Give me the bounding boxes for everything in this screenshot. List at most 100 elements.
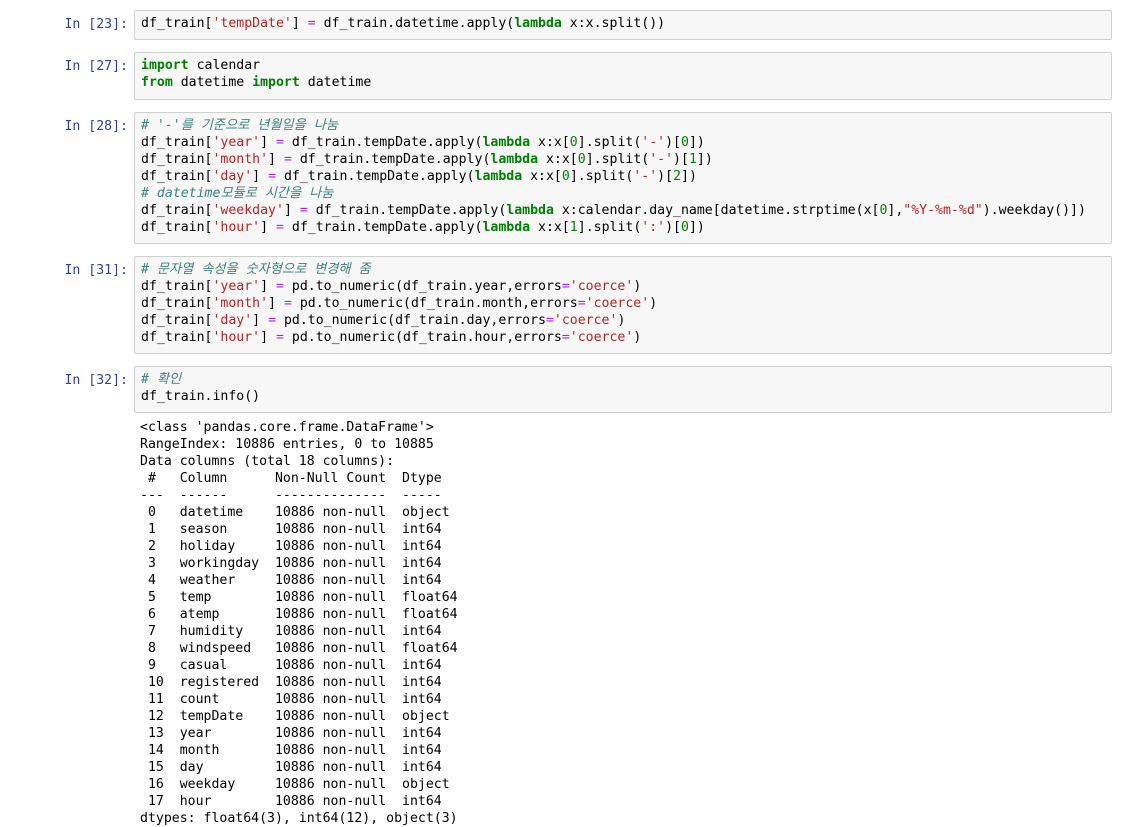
code-token: =: [283, 296, 292, 311]
code-token: df_train[: [141, 296, 213, 311]
code-token: ]: [252, 169, 269, 184]
code-token: 0: [569, 135, 578, 150]
code-token: pd.to_numeric(df_train.day,errors: [276, 313, 546, 328]
code-token: # datetime모듈로 시간을 나눔: [141, 186, 334, 201]
output-line: --- ------ -------------- -----: [140, 488, 450, 503]
code-token: 'coerce': [569, 330, 634, 345]
code-editor[interactable]: df_train['tempDate'] = df_train.datetime…: [134, 10, 1112, 40]
code-token: lambda: [514, 16, 562, 31]
code-token: 0: [681, 220, 689, 235]
code-token: 'tempDate': [212, 16, 292, 31]
code-line: df_train['tempDate'] = df_train.datetime…: [141, 15, 1105, 32]
code-token: lambda: [474, 169, 523, 184]
code-token: ]: [260, 220, 276, 235]
code-token: =: [561, 330, 570, 345]
code-token: =: [561, 279, 570, 294]
output-line: 17 hour 10886 non-null int64: [140, 794, 450, 809]
output-line: dtypes: float64(3), int64(12), object(3): [140, 811, 458, 826]
code-token: ]): [688, 220, 705, 235]
code-token: =: [283, 152, 292, 167]
output-line: 11 count 10886 non-null int64: [140, 692, 450, 707]
output-line: 9 casual 10886 non-null int64: [140, 658, 450, 673]
code-line: df_train['hour'] = df_train.tempDate.app…: [141, 219, 1105, 236]
code-token: 'year': [212, 279, 261, 294]
code-line: df_train['day'] = df_train.tempDate.appl…: [141, 168, 1105, 185]
code-token: 1: [569, 220, 578, 235]
code-token: '-': [649, 152, 674, 167]
code-line: df_train['month'] = df_train.tempDate.ap…: [141, 151, 1105, 168]
code-token: df_train.info(): [141, 389, 261, 404]
output-line: 10 registered 10886 non-null int64: [140, 675, 450, 690]
code-token: df_train.tempDate.apply(: [283, 135, 483, 150]
code-token: from: [141, 75, 173, 90]
code-token: x:x.split()): [561, 16, 666, 31]
code-token: ].split(: [585, 152, 650, 167]
code-token: 'month': [212, 152, 269, 167]
output-line: 0 datetime 10886 non-null object: [140, 505, 450, 520]
code-token: df_train.tempDate.apply(: [276, 169, 475, 184]
code-token: x:x[: [530, 135, 570, 150]
output-line: 12 tempDate 10886 non-null object: [140, 709, 450, 724]
code-token: 'coerce': [585, 296, 650, 311]
code-token: ]): [696, 152, 713, 167]
output-line: 4 weather 10886 non-null int64: [140, 573, 450, 588]
code-token: x:x[: [530, 220, 570, 235]
code-token: df_train[: [141, 152, 213, 167]
code-token: =: [545, 313, 554, 328]
code-token: 'month': [212, 296, 269, 311]
code-token: # 문자열 속성을 숫자형으로 변경해 줌: [141, 262, 371, 277]
output-line: 1 season 10886 non-null int64: [140, 522, 450, 537]
code-token: ].split(: [577, 220, 642, 235]
code-editor[interactable]: # 문자열 속성을 숫자형으로 변경해 줌 df_train['year'] = …: [134, 256, 1112, 354]
code-token: ]: [252, 313, 269, 328]
code-line: # datetime모듈로 시간을 나눔: [141, 185, 1105, 202]
code-editor[interactable]: # '-'를 기준으로 년월일을 나눔 df_train['year'] = df…: [134, 112, 1112, 244]
code-line: df_train['day'] = pd.to_numeric(df_train…: [141, 312, 1105, 329]
code-token: )[: [665, 135, 681, 150]
code-token: pd.to_numeric(df_train.hour,errors: [283, 330, 562, 345]
code-token: ): [633, 330, 642, 345]
code-token: 'day': [212, 313, 253, 328]
code-line: df_train['hour'] = pd.to_numeric(df_trai…: [141, 329, 1105, 346]
cell-output: <class 'pandas.core.frame.DataFrame'> Ran…: [140, 419, 1110, 827]
code-token: 1: [688, 152, 697, 167]
code-token: 0: [681, 135, 689, 150]
code-line: # '-'를 기준으로 년월일을 나눔: [141, 117, 1105, 134]
code-token: ]): [681, 169, 697, 184]
code-line: # 문자열 속성을 숫자형으로 변경해 줌: [141, 261, 1105, 278]
code-token: import: [252, 75, 300, 90]
code-token: ]: [260, 135, 276, 150]
code-token: ): [649, 296, 658, 311]
code-line: import calendar: [141, 57, 1105, 74]
code-token: )[: [657, 169, 674, 184]
code-token: '-': [633, 169, 658, 184]
code-token: 'hour': [212, 220, 261, 235]
code-token: lambda: [482, 220, 531, 235]
code-token: ): [633, 279, 642, 294]
output-line: 2 holiday 10886 non-null int64: [140, 539, 450, 554]
code-line: from datetime import datetime: [141, 74, 1105, 91]
code-line: df_train['weekday'] = df_train.tempDate.…: [141, 202, 1105, 219]
code-editor[interactable]: import calendar from datetime import date…: [134, 52, 1112, 100]
code-token: 'hour': [212, 330, 261, 345]
input-prompt: In [31]:: [64, 263, 128, 278]
code-editor[interactable]: # 확인 df_train.info(): [134, 366, 1112, 413]
code-token: ]: [260, 330, 276, 345]
code-token: df_train[: [141, 16, 213, 31]
code-token: # 확인: [141, 372, 182, 387]
code-token: )[: [673, 152, 689, 167]
output-line: 3 workingday 10886 non-null int64: [140, 556, 450, 571]
code-token: ]: [268, 152, 284, 167]
code-token: =: [276, 279, 284, 294]
code-token: 'weekday': [212, 203, 284, 218]
code-line: df_train['year'] = df_train.tempDate.app…: [141, 134, 1105, 151]
code-token: df_train.datetime.apply(: [315, 16, 515, 31]
output-line: <class 'pandas.core.frame.DataFrame'>: [140, 420, 434, 435]
code-token: =: [577, 296, 586, 311]
code-token: calendar: [188, 58, 261, 73]
code-token: pd.to_numeric(df_train.year,errors: [283, 279, 562, 294]
code-line: # 확인: [141, 371, 1105, 388]
code-token: import: [141, 58, 189, 73]
code-token: ]): [688, 135, 705, 150]
code-token: "%Y-%m-%d": [903, 203, 983, 218]
